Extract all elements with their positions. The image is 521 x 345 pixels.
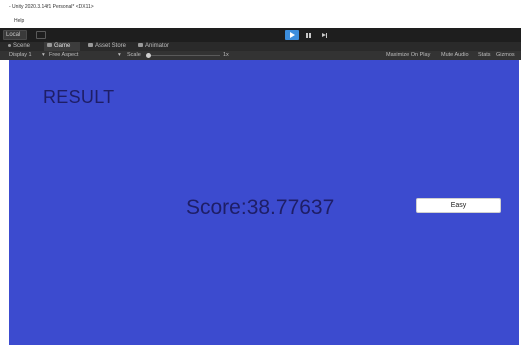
editor-tab-bar: Scene Game Asset Store Animator: [0, 42, 521, 51]
tab-animator[interactable]: Animator: [138, 42, 178, 51]
tab-scene-label: Scene: [13, 43, 31, 49]
chevron-down-icon: ▾: [118, 52, 121, 58]
scale-slider-handle[interactable]: [146, 53, 151, 58]
tab-game[interactable]: Game: [44, 42, 80, 51]
scale-slider-track[interactable]: [150, 55, 220, 56]
play-icon[interactable]: [285, 30, 299, 40]
window-title: - Unity 2020.3.14f1 Personal* <DX11>: [9, 4, 94, 10]
cloud-icon[interactable]: [36, 31, 46, 39]
menu-bar: Help: [0, 16, 521, 28]
gizmos-toggle[interactable]: Gizmos: [496, 51, 515, 60]
pause-icon[interactable]: [301, 30, 315, 40]
tab-asset-store-label: Asset Store: [95, 43, 127, 49]
tab-asset-store[interactable]: Asset Store: [88, 42, 134, 51]
aspect-dropdown[interactable]: Free Aspect: [49, 51, 78, 60]
scale-label: Scale: [127, 52, 141, 58]
score-text: Score:38.77637: [186, 196, 335, 219]
chevron-down-icon: ▾: [42, 52, 45, 58]
local-button[interactable]: Local: [3, 30, 27, 40]
easy-button-label: Easy: [450, 202, 467, 209]
step-icon[interactable]: [317, 30, 331, 40]
game-icon: [47, 43, 52, 48]
easy-button[interactable]: Easy: [416, 198, 501, 213]
game-view-toolbar: Display 1 ▾ Free Aspect ▾ Scale 1x Maxim…: [0, 51, 521, 60]
local-button-label: Local: [6, 32, 21, 38]
maximize-on-play-toggle[interactable]: Maximize On Play: [386, 51, 430, 60]
animator-icon: [138, 43, 143, 48]
tab-scene[interactable]: Scene: [8, 42, 44, 51]
tab-game-label: Game: [54, 43, 71, 49]
menu-item-help[interactable]: Help: [14, 18, 24, 24]
display-dropdown[interactable]: Display 1: [9, 51, 32, 60]
asset-store-icon: [88, 43, 93, 48]
window-titlebar: - Unity 2020.3.14f1 Personal* <DX11>: [0, 0, 521, 16]
result-title: RESULT: [43, 87, 115, 107]
mute-audio-toggle[interactable]: Mute Audio: [441, 51, 469, 60]
game-view: RESULT Score:38.77637 Easy: [9, 60, 519, 345]
scale-value: 1x: [223, 52, 229, 58]
tab-animator-label: Animator: [145, 43, 170, 49]
scene-icon: [8, 43, 11, 47]
main-toolbar: Local: [0, 28, 521, 42]
stats-toggle[interactable]: Stats: [478, 51, 491, 60]
